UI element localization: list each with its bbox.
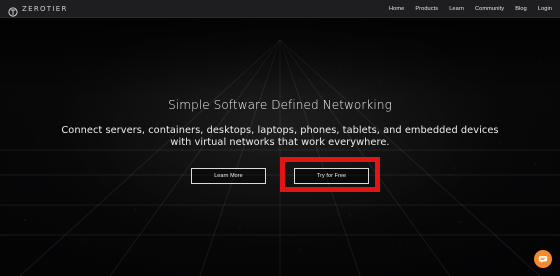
nav-home[interactable]: Home bbox=[389, 6, 404, 12]
try-for-free-button[interactable]: Try for Free bbox=[294, 168, 369, 184]
nav-community[interactable]: Community bbox=[475, 6, 504, 12]
hero-subtitle-line-1: Connect servers, containers, desktops, l… bbox=[61, 125, 499, 136]
hero-title: Simple Software Defined Networking bbox=[168, 98, 392, 112]
top-navigation-bar: ZEROTIER Home Products Learn Community B… bbox=[0, 0, 560, 18]
nav-products[interactable]: Products bbox=[415, 6, 438, 12]
learn-more-button[interactable]: Learn More bbox=[191, 168, 266, 184]
chat-launcher-button[interactable] bbox=[534, 250, 552, 268]
brand-logo[interactable]: ZEROTIER bbox=[8, 0, 68, 18]
chat-bubble-icon bbox=[538, 254, 548, 264]
nav-learn[interactable]: Learn bbox=[449, 6, 464, 12]
try-for-free-button-label: Try for Free bbox=[316, 173, 347, 179]
hero-subtitle-line-2: with virtual networks that work everywhe… bbox=[170, 136, 390, 148]
hero-section: Simple Software Defined Networking Conne… bbox=[0, 98, 560, 148]
brand-name: ZEROTIER bbox=[22, 4, 68, 13]
zerotier-logo-icon bbox=[8, 4, 18, 17]
hero-subtitle: Connect servers, containers, desktops, l… bbox=[0, 125, 560, 148]
learn-more-button-label: Learn More bbox=[214, 173, 243, 179]
nav-login[interactable]: Login bbox=[538, 6, 552, 12]
nav-blog[interactable]: Blog bbox=[515, 6, 527, 12]
main-nav: Home Products Learn Community Blog Login bbox=[389, 6, 552, 12]
page: ZEROTIER Home Products Learn Community B… bbox=[0, 0, 560, 276]
